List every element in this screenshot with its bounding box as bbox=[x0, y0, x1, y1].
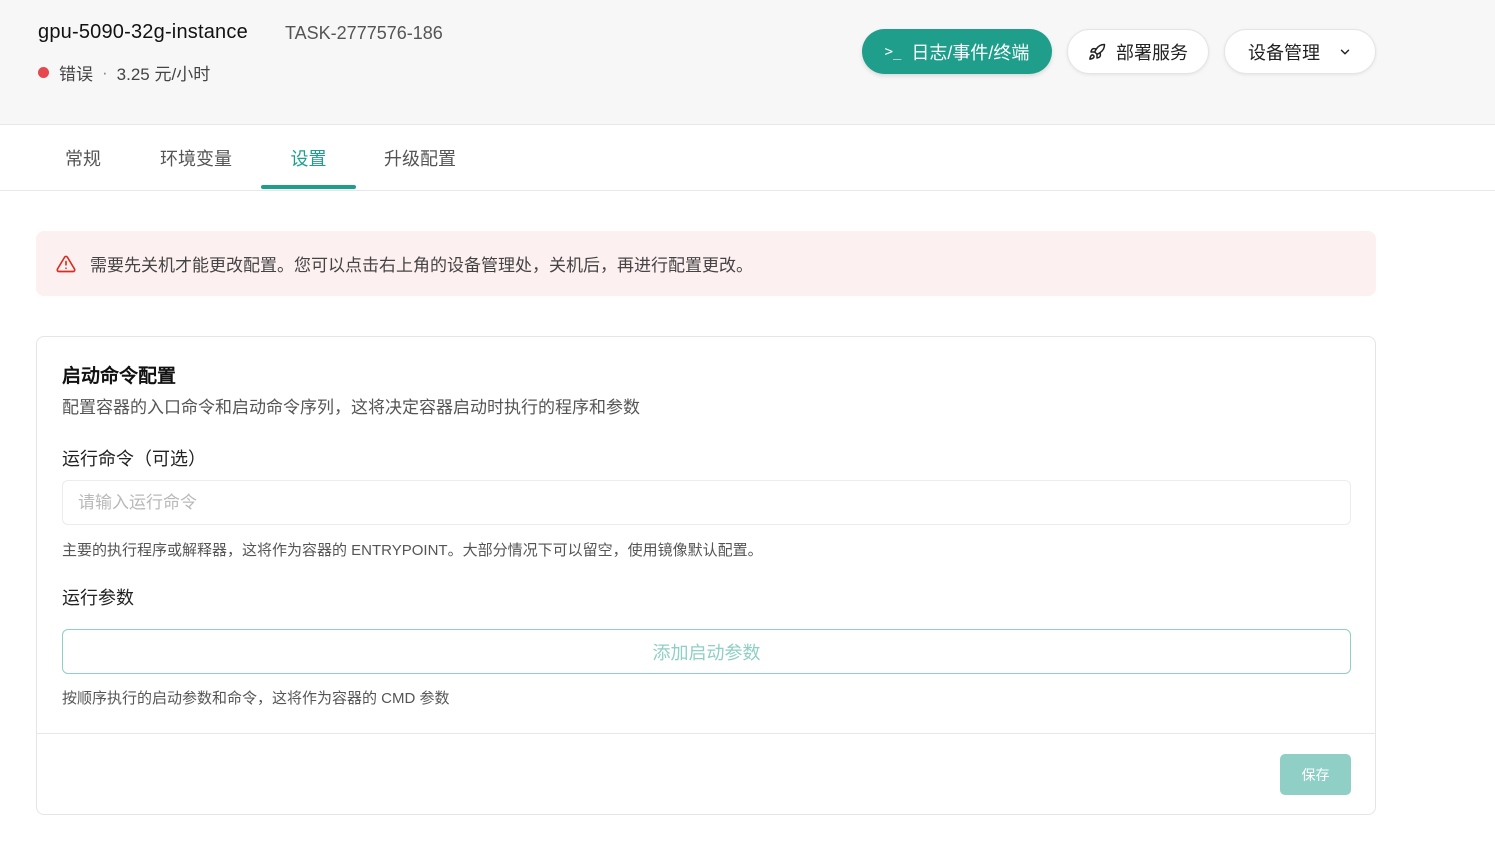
tab-general[interactable]: 常规 bbox=[50, 125, 116, 190]
card-description: 配置容器的入口命令和启动命令序列，这将决定容器启动时执行的程序和参数 bbox=[62, 398, 640, 417]
card-footer-divider bbox=[37, 733, 1375, 734]
command-input[interactable] bbox=[62, 480, 1351, 525]
startup-command-card: 启动命令配置 配置容器的入口命令和启动命令序列，这将决定容器启动时执行的程序和参… bbox=[36, 336, 1376, 815]
tab-upgrade-config[interactable]: 升级配置 bbox=[370, 125, 470, 190]
tab-env-vars[interactable]: 环境变量 bbox=[146, 125, 246, 190]
status-dot bbox=[38, 67, 49, 78]
add-startup-arg-button[interactable]: 添加启动参数 bbox=[62, 629, 1351, 674]
chevron-down-icon bbox=[1340, 49, 1350, 54]
active-tab-indicator bbox=[261, 185, 356, 189]
instance-name: gpu-5090-32g-instance bbox=[38, 21, 248, 43]
logs-button-label: 日志/事件/终端 bbox=[911, 42, 1030, 63]
save-button[interactable]: 保存 bbox=[1280, 754, 1351, 795]
instance-header: gpu-5090-32g-instance TASK-2777576-186 错… bbox=[0, 0, 1495, 125]
args-label: 运行参数 bbox=[62, 588, 134, 608]
task-id: TASK-2777576-186 bbox=[285, 23, 443, 43]
logs-events-terminal-button[interactable]: >_ 日志/事件/终端 bbox=[862, 29, 1052, 74]
tab-bar: 常规 环境变量 设置 升级配置 bbox=[0, 125, 1495, 191]
terminal-icon: >_ bbox=[884, 43, 902, 60]
device-button-label: 设备管理 bbox=[1248, 42, 1320, 63]
status-row: 错误 · 3.25 元/小时 bbox=[38, 60, 210, 85]
status-separator: · bbox=[102, 62, 108, 82]
card-title: 启动命令配置 bbox=[62, 366, 177, 387]
deploy-service-button[interactable]: 部署服务 bbox=[1067, 29, 1209, 74]
tab-settings[interactable]: 设置 bbox=[261, 125, 356, 190]
price-text: 3.25 元/小时 bbox=[116, 65, 211, 84]
device-management-dropdown[interactable]: 设备管理 bbox=[1224, 29, 1376, 74]
command-label: 运行命令（可选） bbox=[62, 449, 206, 469]
deploy-button-label: 部署服务 bbox=[1116, 42, 1188, 63]
alert-text: 需要先关机才能更改配置。您可以点击右上角的设备管理处，关机后，再进行配置更改。 bbox=[90, 256, 753, 275]
rocket-icon bbox=[1089, 43, 1106, 60]
args-hint: 按顺序执行的启动参数和命令，这将作为容器的 CMD 参数 bbox=[62, 690, 450, 707]
shutdown-required-alert: 需要先关机才能更改配置。您可以点击右上角的设备管理处，关机后，再进行配置更改。 bbox=[36, 231, 1376, 296]
command-hint: 主要的执行程序或解释器，这将作为容器的 ENTRYPOINT。大部分情况下可以留… bbox=[62, 542, 763, 559]
warning-triangle-icon bbox=[56, 255, 76, 272]
status-text: 错误 bbox=[59, 65, 93, 84]
